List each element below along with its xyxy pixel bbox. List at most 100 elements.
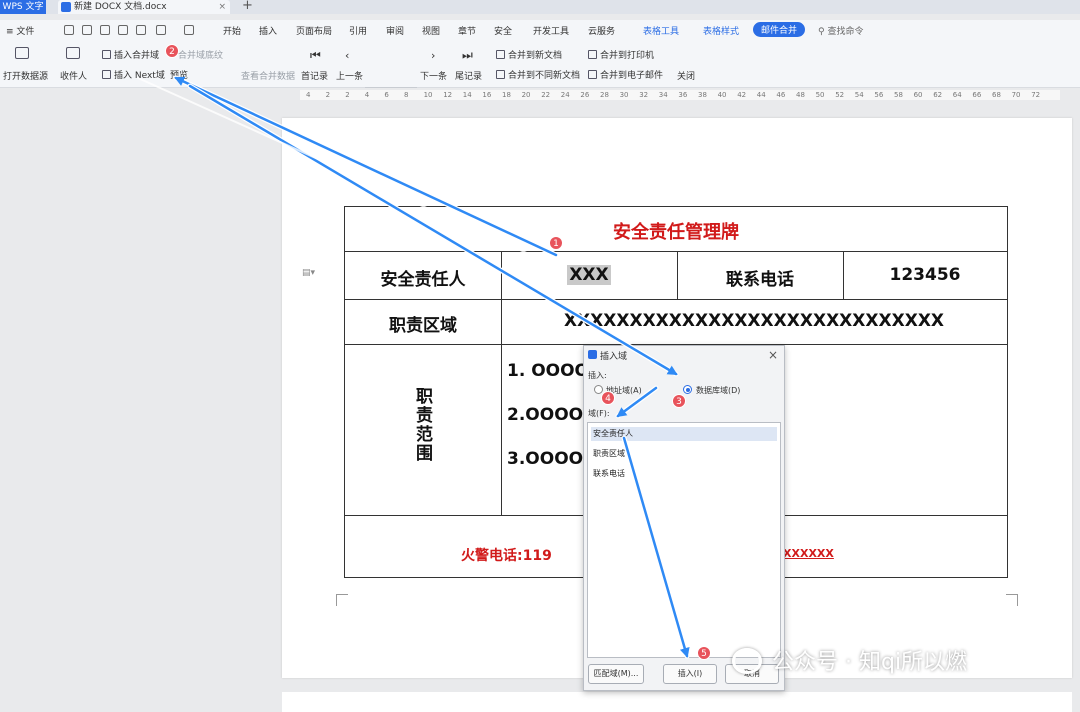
insert-next-field-button[interactable]: 插入 Next域 [102,68,165,81]
ruler-tick-label: 16 [482,91,492,99]
menu-insert[interactable]: 插入 [259,24,277,37]
ruler-tick-label: 2 [325,91,331,99]
insert-merge-field-button[interactable]: 插入合并域 [102,48,159,61]
title-bar: WPS 文字 新建 DOCX 文档.docx × + [0,0,1080,14]
open-datasource-button[interactable]: 打开数据源 [3,69,48,82]
ruler-tick-label: 46 [776,91,786,99]
first-record-icon[interactable]: ⏮ [310,48,321,63]
merge-field-shading-button[interactable]: 合并域底纹 [178,48,223,61]
ruler-tick-label: 18 [502,91,511,99]
next-arrow-icon[interactable]: › [431,49,435,62]
responsible-person-cell[interactable]: XXX [501,265,677,285]
ruler-tick-label: 56 [874,91,884,99]
merge-to-printer-button[interactable]: 合并到打印机 [588,48,654,61]
printer-icon [588,50,597,59]
merge-email-label: 合并到电子邮件 [600,71,664,81]
undo-icon[interactable] [156,25,166,35]
ruler-tick-label: 26 [580,91,590,99]
insert-button[interactable]: 插入(I) [663,664,717,684]
ruler-tick-label: 32 [639,91,649,99]
new-tab-button[interactable]: + [242,0,253,13]
file-menu[interactable]: ≡ 文件 [6,24,34,37]
field-item[interactable]: 联系电话 [591,467,777,481]
open-icon[interactable] [64,25,74,35]
ruler-tick-label: 2 [345,91,350,99]
watermark: 公众号 · 知qi所以燃 [732,644,967,676]
callout-badge-1: 1 [549,236,563,250]
match-fields-button[interactable]: 匹配域(M)... [588,664,644,684]
corner-mark [1006,594,1018,606]
menu-references[interactable]: 引用 [349,24,367,37]
insert-next-field-icon [102,70,111,79]
menu-chapter[interactable]: 章节 [458,24,476,37]
merge-diff-docs-label: 合并到不同新文档 [508,71,581,81]
redo-icon[interactable] [184,25,194,35]
ruler-track[interactable]: 4 2 2 4 6 8 10 12 14 16 18 20 22 24 26 28 30 32 34 36 38 40 42… [300,90,1060,100]
print-icon[interactable] [118,25,128,35]
area-label[interactable]: 职责区域 [345,311,501,336]
merge-to-different-documents-button[interactable]: 合并到不同新文档 [496,68,580,81]
document-tab-label: 新建 DOCX 文档.docx [74,2,167,12]
menu-cloud[interactable]: 云服务 [588,24,615,37]
last-record-icon[interactable]: ⏭ [462,48,473,63]
database-field-radio[interactable] [683,385,692,394]
table-title[interactable]: 安全责任管理牌 [345,218,1007,244]
print-preview-icon[interactable] [136,25,146,35]
menu-page-layout[interactable]: 页面布局 [296,24,332,37]
tab-table-style[interactable]: 表格样式 [703,24,739,37]
ruler-tick-label: 70 [1011,91,1021,99]
menu-security[interactable]: 安全 [494,24,512,37]
tab-table-tools[interactable]: 表格工具 [643,24,679,37]
format-painter-icon[interactable] [100,25,110,35]
view-merge-data-button[interactable]: 查看合并数据 [241,69,295,82]
ruler-tick-label: 62 [933,91,943,99]
field-item[interactable]: 职责区域 [591,447,777,461]
previous-arrow-icon[interactable]: ‹ [345,49,349,62]
menu-review[interactable]: 审阅 [386,24,404,37]
ruler-tick-label: 34 [658,91,668,99]
search-command[interactable]: ⚲ 查找命令 [818,24,863,37]
responsible-person-label[interactable]: 安全责任人 [345,265,501,290]
corner-mark [336,594,348,606]
merge-to-new-document-button[interactable]: 合并到新文档 [496,48,562,61]
field-listbox[interactable]: 安全责任人 职责区域 联系电话 [587,422,781,658]
save-icon[interactable] [82,25,92,35]
scope-label[interactable]: 职责范围 [405,387,435,463]
insert-label: 插入: [588,371,607,380]
recipients-icon [66,47,80,59]
database-field-label[interactable]: 数据库域(D) [696,385,740,396]
ruler-tick-label: 44 [756,91,766,99]
ruler-tick-label: 10 [423,91,433,99]
table-rule [345,299,1007,300]
app-name[interactable]: WPS 文字 [0,0,46,14]
preview-results-button[interactable]: 预览 [170,68,188,81]
ruler-tick-label: 22 [541,91,551,99]
previous-record-button[interactable]: 上一条 [336,69,363,82]
menu-home[interactable]: 开始 [223,24,241,37]
area-value[interactable]: XXXXXXXXXXXXXXXXXXXXXXXXXXXXX [501,311,1007,331]
dialog-app-icon [588,350,597,359]
phone-value[interactable]: 123456 [843,265,1007,285]
recipients-button[interactable]: 收件人 [60,69,87,82]
paragraph-options-icon[interactable]: ▤▾ [302,268,315,278]
dialog-close-icon[interactable]: × [768,348,778,362]
next-record-button[interactable]: 下一条 [420,69,447,82]
ruler-tick-label: 54 [854,91,864,99]
table-rule [501,251,502,515]
field-item[interactable]: 安全责任人 [591,427,777,441]
merge-to-email-button[interactable]: 合并到电子邮件 [588,68,663,81]
document-tab[interactable]: 新建 DOCX 文档.docx × [58,0,230,14]
close-mail-merge-button[interactable]: 关闭 [677,69,695,82]
close-tab-icon[interactable]: × [218,0,226,14]
menu-view[interactable]: 视图 [422,24,440,37]
menu-developer[interactable]: 开发工具 [533,24,569,37]
last-record-button[interactable]: 尾记录 [455,69,482,82]
ruler-tick-label: 36 [678,91,688,99]
first-record-button[interactable]: 首记录 [301,69,328,82]
open-datasource-icon [15,47,29,59]
fire-phone[interactable]: 火警电话:119 [461,545,552,565]
footer-extra[interactable]: XXXXXX [783,547,834,560]
phone-label[interactable]: 联系电话 [677,265,843,290]
tab-mail-merge[interactable]: 邮件合并 [753,22,806,37]
responsible-person-value[interactable]: XXX [567,265,611,285]
